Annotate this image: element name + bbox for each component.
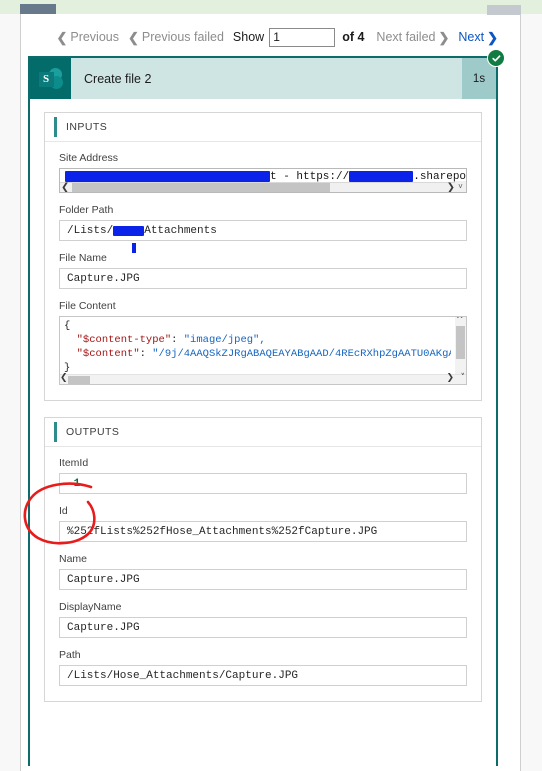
scroll-right-arrow-icon[interactable]: ❯ <box>447 182 455 192</box>
scroll-left-arrow-icon[interactable]: ❮ <box>61 182 69 192</box>
inputs-section-content: Site Address t - https://.sharepoint.co … <box>45 142 481 400</box>
horizontal-scrollbar[interactable]: ❮ ❯ ˅ <box>60 373 466 384</box>
field-label: Path <box>59 649 81 661</box>
scroll-corner: ˅ <box>455 181 466 192</box>
action-title: Create file 2 <box>84 71 152 86</box>
outputs-section: OUTPUTS ItemId -1 Id %252fLists%252fHose… <box>44 417 482 702</box>
section-accent-bar <box>54 117 57 137</box>
file-content-code: { "$content-type": "image/jpeg", "$conte… <box>64 319 451 375</box>
next-failed-label: Next failed <box>376 30 436 44</box>
vertical-scrollbar[interactable]: ^ <box>455 317 466 375</box>
field-file-content: File Content { "$content-type": "image/j… <box>59 300 467 385</box>
json-key: "$content" <box>76 348 140 360</box>
scrollbar-thumb[interactable] <box>68 376 90 384</box>
field-itemid: ItemId -1 <box>59 457 467 494</box>
scrollbar-thumb[interactable] <box>72 183 330 192</box>
folder-path-suffix: Attachments <box>144 224 217 237</box>
field-label: File Content <box>59 300 116 312</box>
previous-label: Previous <box>70 30 119 44</box>
json-value: "image/jpeg", <box>183 334 266 346</box>
show-label: Show <box>232 30 265 44</box>
previous-failed-label: Previous failed <box>141 30 224 44</box>
field-path: Path /Lists/Hose_Attachments/Capture.JPG <box>59 649 467 686</box>
file-name-value[interactable]: Capture.JPG <box>59 268 467 289</box>
redaction-block <box>113 225 145 236</box>
left-gutter <box>0 0 20 771</box>
sharepoint-icon: S <box>30 58 71 99</box>
field-label: DisplayName <box>59 601 122 613</box>
file-content-code-box[interactable]: { "$content-type": "image/jpeg", "$conte… <box>59 316 467 385</box>
field-displayname: DisplayName Capture.JPG <box>59 601 467 638</box>
sharepoint-icon-letter: S <box>38 71 54 87</box>
displayname-value[interactable]: Capture.JPG <box>59 617 467 638</box>
field-label: Site Address <box>59 152 118 164</box>
json-separator: : <box>171 334 184 346</box>
pager-toolbar: ❮ Previous ❮ Previous failed Show of 4 N… <box>20 22 521 52</box>
chevron-left-icon: ❮ <box>56 29 68 45</box>
action-card-create-file-2: S Create file 2 1s INPUTS Site Address t… <box>28 49 505 766</box>
json-key: "$content-type" <box>76 334 172 346</box>
scroll-right-arrow-icon[interactable]: ❯ <box>446 373 454 384</box>
redaction-caret-mark <box>132 243 136 253</box>
field-label: Folder Path <box>59 204 114 216</box>
field-label: Name <box>59 553 88 565</box>
right-gutter <box>521 0 542 771</box>
next-button[interactable]: Next ❯ <box>458 30 498 44</box>
scroll-up-arrow-icon[interactable]: ^ <box>456 317 464 326</box>
browser-top-band <box>0 0 542 15</box>
outputs-section-content: ItemId -1 Id %252fLists%252fHose_Attachm… <box>45 447 481 701</box>
outputs-section-title: OUTPUTS <box>66 426 120 438</box>
previous-failed-button[interactable]: ❮ Previous failed <box>128 30 224 44</box>
action-card-body: INPUTS Site Address t - https://.sharepo… <box>30 99 496 766</box>
horizontal-scrollbar[interactable]: ❮ ❯ <box>60 182 466 192</box>
section-accent-bar <box>54 422 57 442</box>
json-separator: : <box>139 348 153 360</box>
inputs-section-title: INPUTS <box>66 121 108 133</box>
browser-tab-marker <box>20 4 56 14</box>
browser-toolbar-marker <box>487 5 521 15</box>
action-card-header[interactable]: S Create file 2 1s <box>30 49 505 99</box>
scroll-down-arrow-icon[interactable]: ˅ <box>461 373 466 384</box>
inputs-section: INPUTS Site Address t - https://.sharepo… <box>44 112 482 401</box>
folder-path-prefix: /Lists/ <box>67 224 114 237</box>
outputs-section-header: OUTPUTS <box>45 418 481 447</box>
json-value: "/9j/4AAQSkZJRgABAQEAYABgAAD/4REcRXhpZgA… <box>152 348 451 360</box>
success-check-icon <box>487 49 505 67</box>
field-id: Id %252fLists%252fHose_Attachments%252fC… <box>59 505 467 542</box>
inputs-section-header: INPUTS <box>45 113 481 142</box>
field-label: ItemId <box>59 457 89 469</box>
name-value[interactable]: Capture.JPG <box>59 569 467 590</box>
field-folder-path: Folder Path /Lists/Attachments <box>59 204 467 241</box>
scrollbar-thumb[interactable] <box>456 326 465 359</box>
next-failed-button[interactable]: Next failed ❯ <box>376 30 449 44</box>
run-history-screen: ❮ Previous ❮ Previous failed Show of 4 N… <box>0 0 542 771</box>
page-total-label: of 4 <box>342 30 365 44</box>
json-line-open: { <box>64 320 71 332</box>
field-label: Id <box>59 505 68 517</box>
chevron-right-icon: ❯ <box>487 29 498 45</box>
itemid-value[interactable]: -1 <box>59 473 467 494</box>
folder-path-value[interactable]: /Lists/Attachments <box>59 220 467 241</box>
redaction-block <box>65 170 270 182</box>
redaction-block <box>349 170 414 182</box>
field-file-name: File Name Capture.JPG <box>59 243 467 289</box>
field-site-address: Site Address t - https://.sharepoint.co … <box>59 152 467 193</box>
field-name: Name Capture.JPG <box>59 553 467 590</box>
chevron-left-icon: ❮ <box>128 29 139 45</box>
id-value[interactable]: %252fLists%252fHose_Attachments%252fCapt… <box>59 521 467 542</box>
path-value[interactable]: /Lists/Hose_Attachments/Capture.JPG <box>59 665 467 686</box>
next-label: Next <box>458 30 485 44</box>
chevron-right-icon: ❯ <box>438 29 450 45</box>
site-address-value-box[interactable]: t - https://.sharepoint.co ❮ ❯ ˅ <box>59 168 467 193</box>
field-label: File Name <box>59 252 107 264</box>
previous-button[interactable]: ❮ Previous <box>56 30 119 44</box>
scroll-left-arrow-icon[interactable]: ❮ <box>60 373 68 384</box>
page-number-input[interactable] <box>269 27 336 47</box>
